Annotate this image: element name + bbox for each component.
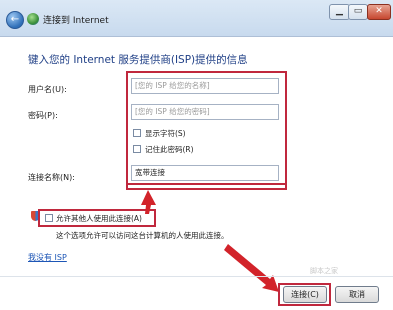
watermark: 脚本之家 — [310, 267, 338, 275]
arrow-up-icon — [141, 190, 156, 214]
annotation-arrows — [141, 190, 279, 292]
connect-button[interactable]: 连接(C) — [283, 286, 327, 303]
arrow-right-icon — [224, 244, 279, 292]
cancel-button[interactable]: 取消 — [335, 286, 379, 303]
footer-divider — [0, 276, 393, 277]
